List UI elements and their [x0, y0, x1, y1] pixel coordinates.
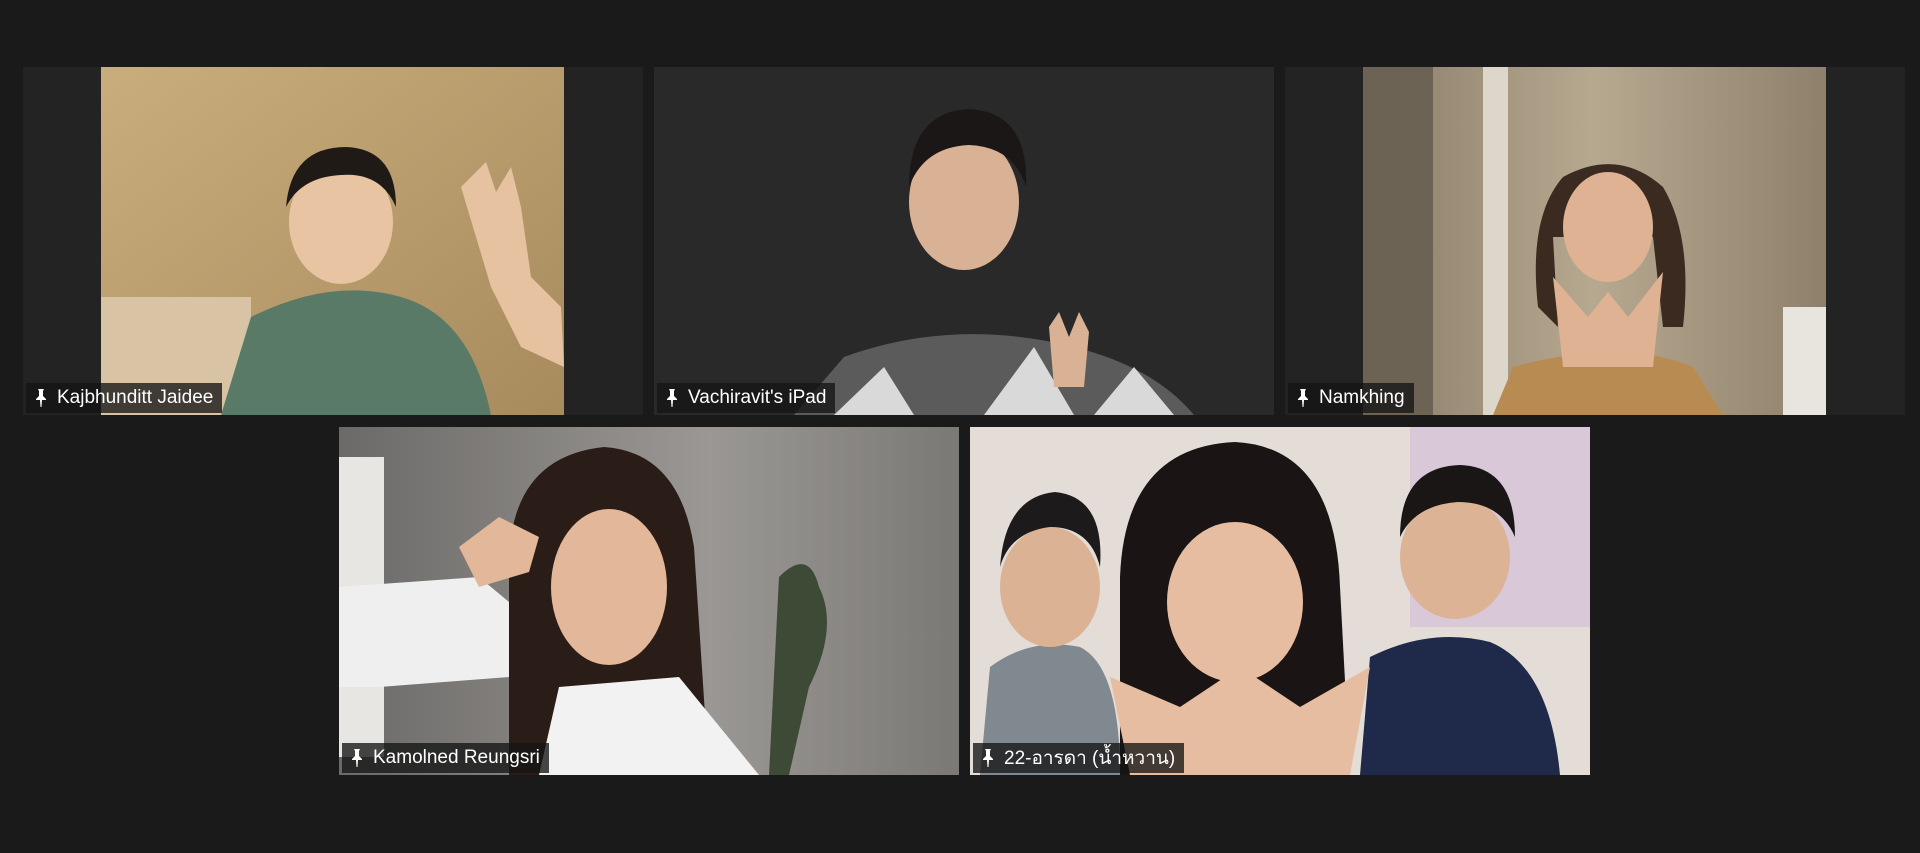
participant-video [101, 67, 564, 415]
pin-icon[interactable] [349, 748, 365, 768]
participant-name: Kajbhunditt Jaidee [57, 387, 214, 408]
participant-tile-kamolned[interactable]: Kamolned Reungsri [339, 427, 959, 775]
participant-name: Kamolned Reungsri [373, 747, 540, 768]
participant-tile-arada[interactable]: 22-อารดา (น้ำหวาน) [970, 427, 1590, 775]
participant-name: Vachiravit's iPad [688, 387, 827, 408]
participant-name-tag: Namkhing [1288, 383, 1414, 413]
participant-tile-vachiravit[interactable]: Vachiravit's iPad [654, 67, 1274, 415]
participant-tile-kajbhunditt[interactable]: Kajbhunditt Jaidee [23, 67, 643, 415]
video-gallery: Kajbhunditt Jaidee Vachiravit's iPad Nam… [0, 0, 1920, 853]
participant-video [654, 67, 1274, 415]
participant-name: 22-อารดา (น้ำหวาน) [1004, 748, 1176, 769]
participant-name-tag: Kajbhunditt Jaidee [26, 383, 223, 413]
participant-video [1363, 67, 1826, 415]
participant-video [339, 427, 959, 775]
pin-icon[interactable] [664, 388, 680, 408]
pin-icon[interactable] [980, 748, 996, 768]
participant-tile-namkhing[interactable]: Namkhing [1285, 67, 1905, 415]
pin-icon[interactable] [1295, 388, 1311, 408]
pin-icon[interactable] [33, 388, 49, 408]
participant-name-tag: 22-อารดา (น้ำหวาน) [973, 743, 1185, 773]
participant-name: Namkhing [1319, 387, 1405, 408]
participant-name-tag: Kamolned Reungsri [342, 743, 549, 773]
participant-video [970, 427, 1590, 775]
participant-name-tag: Vachiravit's iPad [657, 383, 836, 413]
